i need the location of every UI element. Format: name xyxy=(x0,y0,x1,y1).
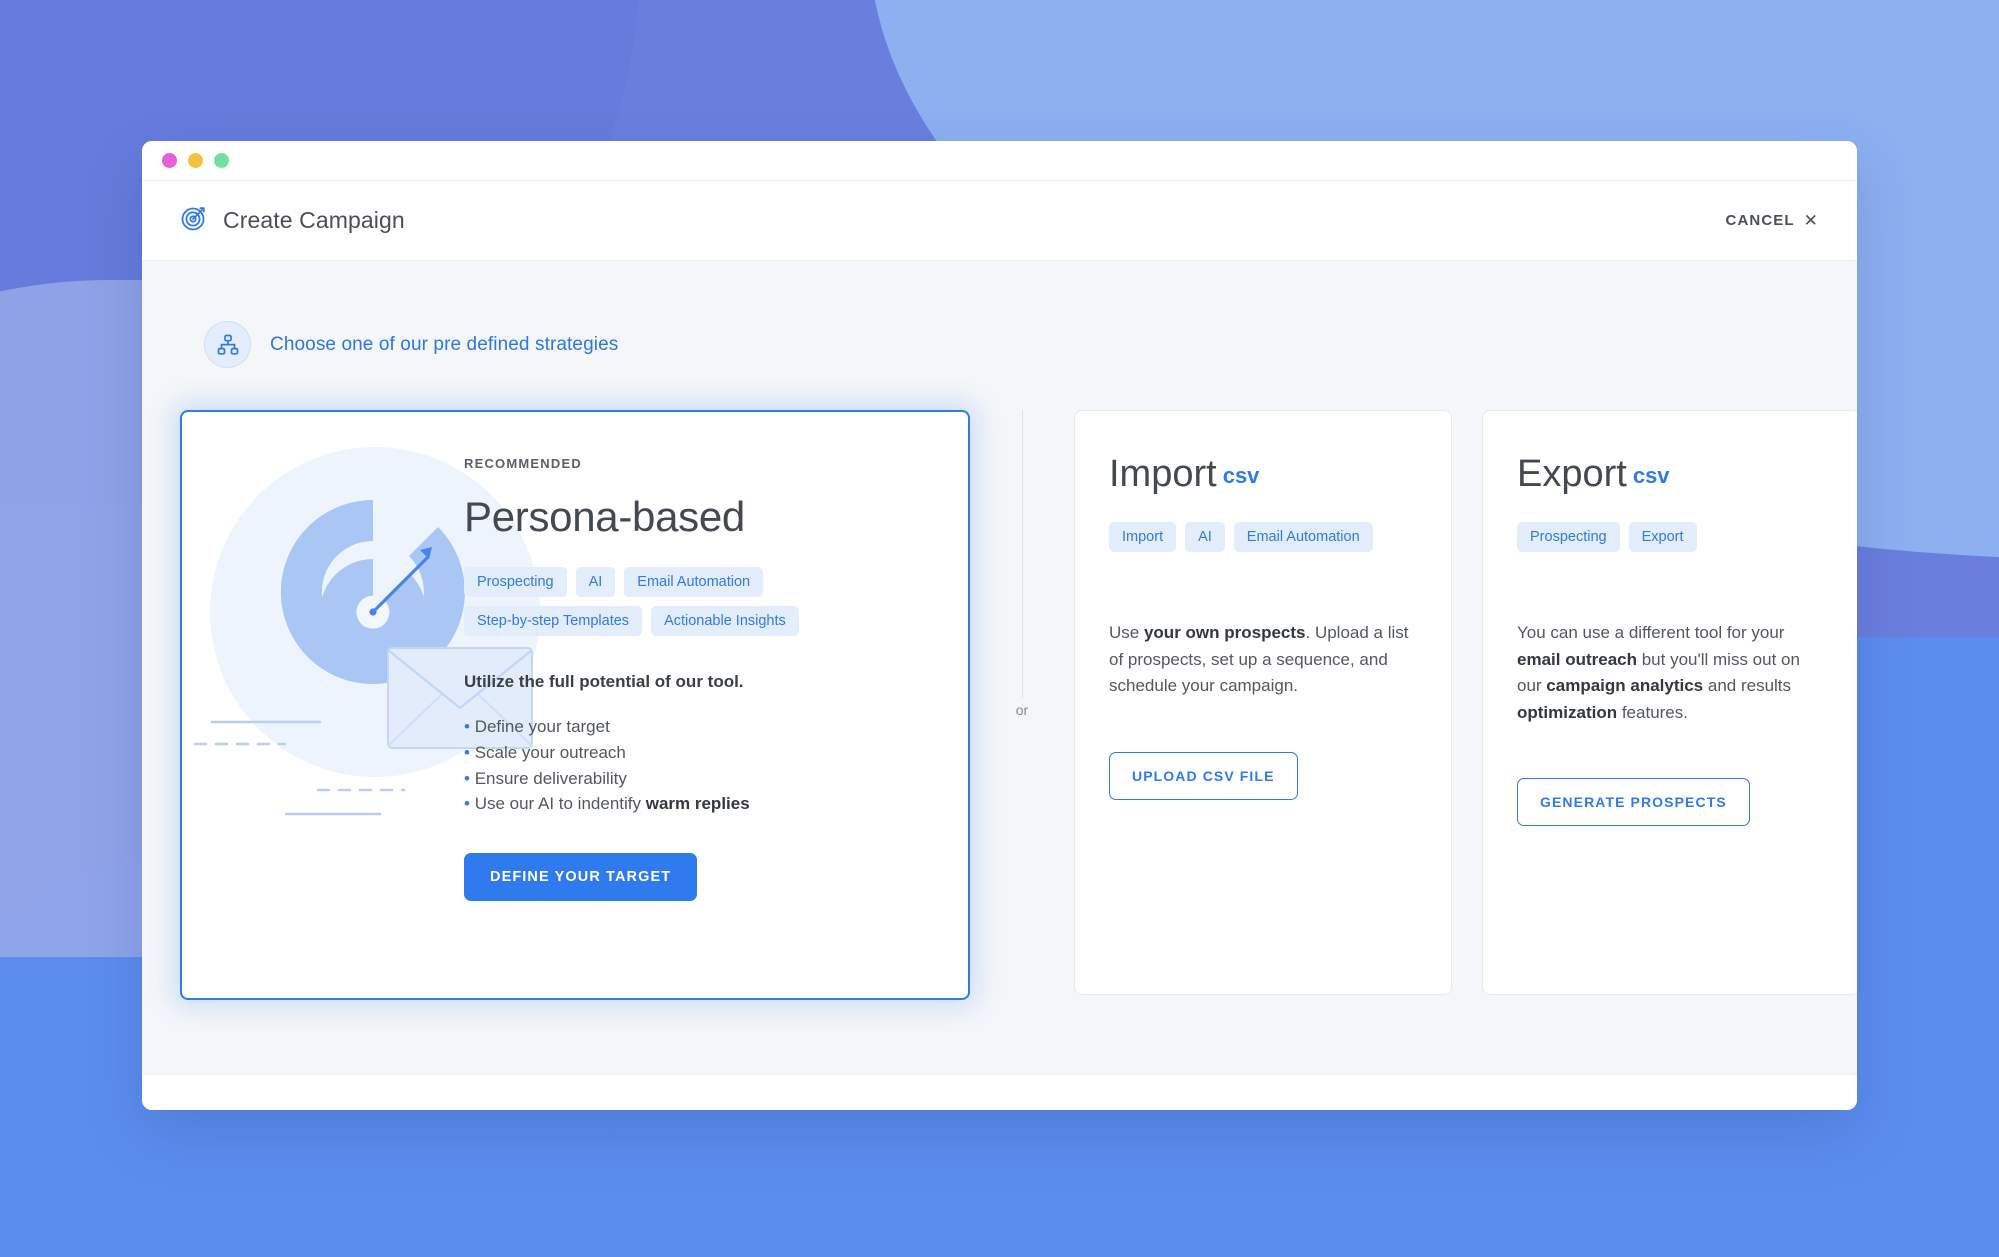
featured-card-tags: Prospecting AI Email Automation Step-by-… xyxy=(464,567,864,636)
strategy-card-import-csv[interactable]: Import csv Import AI Email Automation Use… xyxy=(1074,410,1452,995)
import-card-body: Use your own prospects. Upload a list of… xyxy=(1109,620,1417,700)
strategy-card-persona-based[interactable]: RECOMMENDED Persona-based Prospecting AI… xyxy=(180,410,970,1000)
bullet-text: Scale your outreach xyxy=(474,742,626,762)
app-header: Create Campaign CANCEL ✕ xyxy=(142,181,1857,261)
featured-card-lead: Utilize the full potential of our tool. xyxy=(464,672,744,691)
define-your-target-button[interactable]: DEFINE YOUR TARGET xyxy=(464,853,698,902)
export-card-body: You can use a different tool for your em… xyxy=(1517,620,1825,726)
tag-chip[interactable]: AI xyxy=(1185,522,1225,552)
body-part: Use xyxy=(1109,623,1144,642)
strategy-prompt-label: Choose one of our pre defined strategies xyxy=(270,333,619,355)
bullet-text: Ensure deliverability xyxy=(474,768,627,788)
featured-card-title: Persona-based xyxy=(464,493,745,540)
tag-chip[interactable]: Email Automation xyxy=(1233,522,1373,552)
export-card-title-suffix: csv xyxy=(1632,463,1670,488)
featured-card-bullets: Define your target Scale your outreach E… xyxy=(464,714,968,817)
recommended-badge: RECOMMENDED xyxy=(464,456,582,471)
or-divider: or xyxy=(970,410,1074,1000)
body-bold: campaign analytics xyxy=(1546,676,1704,696)
tag-chip[interactable]: Prospecting xyxy=(464,567,567,597)
close-x-icon: ✕ xyxy=(1803,210,1819,230)
tag-chip[interactable]: Export xyxy=(1628,522,1697,552)
strategy-cards-row: RECOMMENDED Persona-based Prospecting AI… xyxy=(180,410,1857,1000)
app-footer xyxy=(142,1074,1857,1110)
divider-label: or xyxy=(1015,698,1029,722)
window-titlebar xyxy=(142,141,1857,181)
bullet-text: Use our AI to indentify xyxy=(474,794,646,814)
bullet-text: Define your target xyxy=(474,717,610,736)
sitemap-icon xyxy=(204,321,251,368)
list-item: Scale your outreach xyxy=(464,740,968,766)
import-card-title: Import csv xyxy=(1109,453,1417,496)
cancel-label: CANCEL xyxy=(1725,212,1795,229)
body-bold: optimization xyxy=(1517,702,1618,722)
export-card-tags: Prospecting Export xyxy=(1517,522,1825,552)
export-card-title-text: Export xyxy=(1517,453,1627,495)
target-icon xyxy=(180,204,208,237)
list-item: Use our AI to indentify warm replies xyxy=(464,791,968,817)
tag-chip[interactable]: Actionable Insights xyxy=(651,606,799,636)
window-close-button[interactable] xyxy=(162,153,177,168)
window-maximize-button[interactable] xyxy=(214,153,229,168)
export-card-title: Export csv xyxy=(1517,453,1825,496)
import-card-tags: Import AI Email Automation xyxy=(1109,522,1417,552)
import-card-title-text: Import xyxy=(1109,453,1217,495)
list-item: Ensure deliverability xyxy=(464,766,968,792)
divider-line-top xyxy=(1022,410,1023,700)
bullet-bold: warm replies xyxy=(645,794,750,814)
tag-chip[interactable]: Step-by-step Templates xyxy=(464,606,643,636)
window-minimize-button[interactable] xyxy=(188,153,203,168)
import-card-title-suffix: csv xyxy=(1222,463,1260,488)
strategy-card-export-csv[interactable]: Export csv Prospecting Export You can use… xyxy=(1482,410,1857,995)
body-bold: your own prospects xyxy=(1143,623,1306,642)
generate-prospects-button[interactable]: GENERATE PROSPECTS xyxy=(1517,778,1750,827)
cancel-button[interactable]: CANCEL ✕ xyxy=(1726,211,1819,231)
body-bold: email outreach xyxy=(1517,649,1637,669)
list-item: Define your target xyxy=(464,714,968,740)
tag-chip[interactable]: Import xyxy=(1109,522,1177,552)
header-left-group: Create Campaign xyxy=(180,204,405,237)
tag-chip[interactable]: Prospecting xyxy=(1517,522,1620,552)
upload-csv-file-button[interactable]: UPLOAD CSV FILE xyxy=(1109,751,1298,800)
body-part: features. xyxy=(1617,702,1688,722)
featured-card-content: RECOMMENDED Persona-based Prospecting AI… xyxy=(182,412,968,902)
tag-chip[interactable]: Email Automation xyxy=(624,567,764,597)
body-part: and results xyxy=(1703,676,1792,696)
strategy-prompt[interactable]: Choose one of our pre defined strategies xyxy=(204,321,1819,368)
page-title: Create Campaign xyxy=(223,207,405,233)
tag-chip[interactable]: AI xyxy=(575,567,616,597)
app-window: Create Campaign CANCEL ✕ Choose one of o… xyxy=(142,141,1857,1110)
body-part: You can use a different tool for your xyxy=(1517,623,1785,642)
app-body: Choose one of our pre defined strategies xyxy=(142,261,1857,1074)
